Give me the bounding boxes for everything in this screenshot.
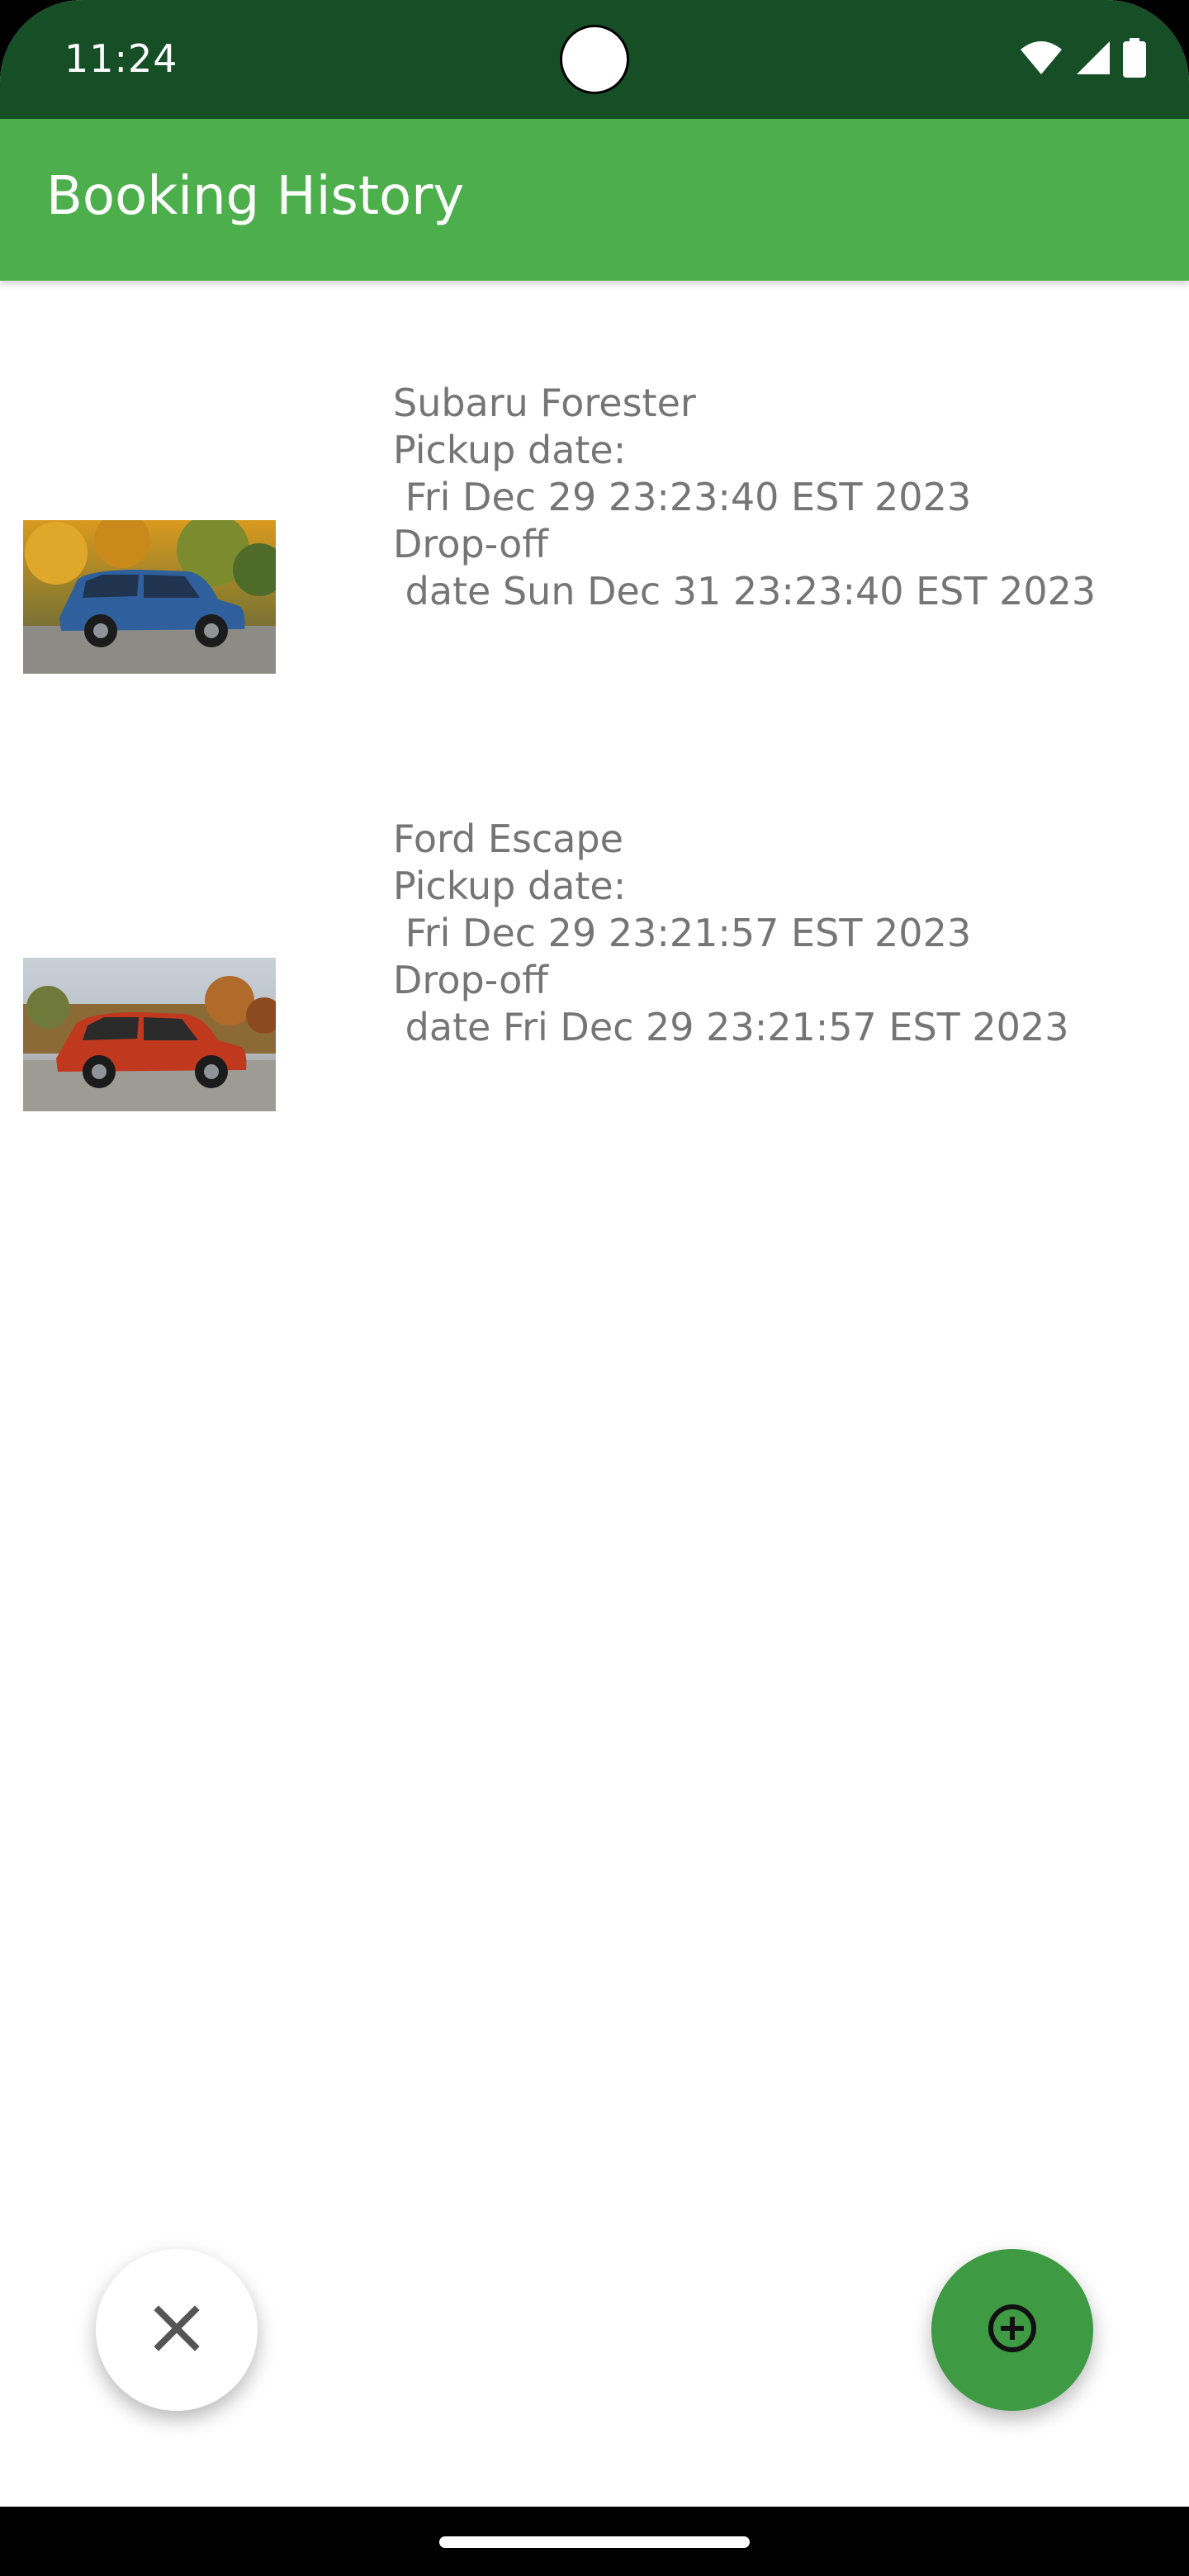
red-suv-photo: [23, 958, 276, 1111]
list-item[interactable]: Subaru Forester Pickup date: Fri Dec 29 …: [0, 380, 1189, 727]
blue-suv-photo: [23, 520, 276, 674]
app-bar: Booking History: [0, 119, 1189, 281]
camera-cutout: [560, 25, 629, 94]
home-handle[interactable]: [439, 2536, 750, 2548]
list-item[interactable]: Ford Escape Pickup date: Fri Dec 29 23:2…: [0, 816, 1189, 1163]
app-screen: 11:24 Booking History Subaru Forester Pi…: [0, 0, 1189, 2576]
status-time: 11:24: [64, 36, 178, 81]
battery-icon: [1123, 38, 1146, 81]
navigation-bar: [0, 2507, 1189, 2576]
wifi-icon: [1019, 40, 1063, 79]
add-booking-button[interactable]: [931, 2249, 1093, 2411]
booking-details: Ford Escape Pickup date: Fri Dec 29 23:2…: [393, 817, 1069, 1049]
booking-details: Subaru Forester Pickup date: Fri Dec 29 …: [393, 381, 1097, 613]
status-bar: 11:24: [0, 0, 1189, 119]
cancel-button[interactable]: [96, 2249, 258, 2411]
status-icons: [1019, 38, 1146, 81]
signal-icon: [1075, 40, 1111, 79]
close-icon: [152, 2304, 201, 2356]
page-title: Booking History: [46, 166, 465, 227]
add-circle-icon: [986, 2302, 1039, 2358]
